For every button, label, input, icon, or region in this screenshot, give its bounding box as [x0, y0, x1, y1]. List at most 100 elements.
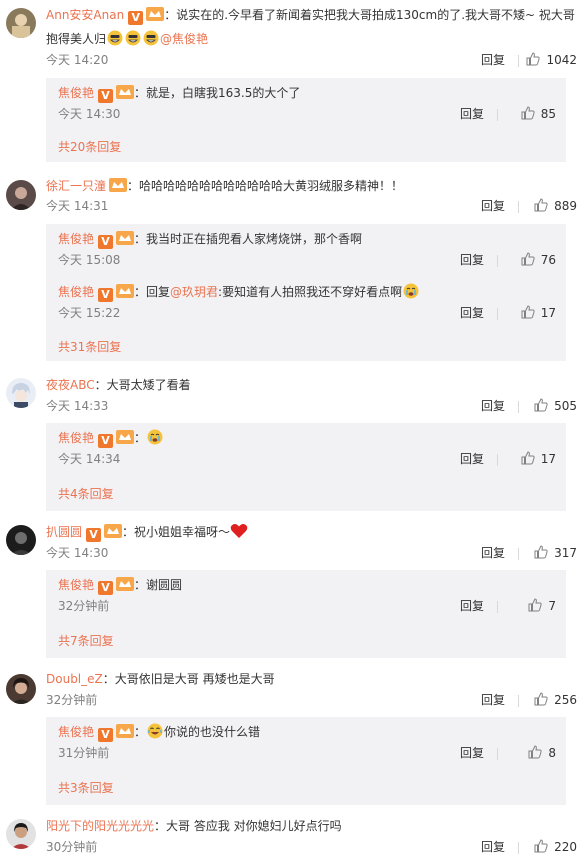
reply-username[interactable]: 焦俊艳	[58, 578, 94, 592]
like-button[interactable]: 505	[517, 396, 577, 416]
like-button[interactable]: 76	[496, 250, 556, 270]
like-count: 76	[540, 253, 556, 267]
reply-time: 今天 14:34	[58, 452, 121, 466]
more-replies-link[interactable]: 共3条回复	[58, 778, 114, 798]
reply-meta: 今天 15:22 回复 17	[58, 303, 556, 323]
reply-button[interactable]: 回复	[481, 50, 505, 70]
reply-username[interactable]: 焦俊艳	[58, 431, 94, 445]
comment-meta: 今天 14:20 回复 1042	[46, 50, 577, 70]
reply-list: 焦俊艳 V ： 今天 14:34 回复 17 共4条回复	[46, 423, 566, 511]
reply-button[interactable]: 回复	[460, 250, 484, 270]
comment-item: Ann安安Anan V ：说实在的.今早看了新闻着实把我大哥拍成130cm的了.我大…	[0, 0, 585, 168]
like-button[interactable]: 85	[496, 104, 556, 124]
reply-prefix: ：回复	[134, 285, 171, 299]
more-replies-link[interactable]: 共7条回复	[58, 631, 114, 651]
reply-button[interactable]: 回复	[460, 303, 484, 323]
like-count: 256	[554, 693, 577, 707]
reply-text: 焦俊艳 V ： 你说的也没什么错	[58, 721, 556, 743]
reply-body: ：我当时正在插兜看人家烤烧饼，那个香啊	[134, 232, 363, 246]
mention-link[interactable]: @焦俊艳	[160, 32, 208, 46]
reply-button[interactable]: 回复	[460, 743, 484, 763]
reply-time: 31分钟前	[58, 746, 110, 760]
reply-time: 今天 14:30	[58, 107, 121, 121]
reply-list: 焦俊艳 V ： 你说的也没什么错 31分钟前 回复 8 共3条回复	[46, 717, 566, 805]
comment-meta: 今天 14:33 回复 505	[46, 396, 577, 416]
reply-button[interactable]: 回复	[460, 596, 484, 616]
comment-body: ：大哥依旧是大哥 再矮也是大哥	[102, 672, 275, 686]
reply-button[interactable]: 回复	[460, 449, 484, 469]
reply-button[interactable]: 回复	[481, 196, 505, 216]
reply-item: 焦俊艳 V ：我当时正在插兜看人家烤烧饼，那个香啊 今天 15:08 回复 76	[58, 228, 556, 272]
thumbs-up-icon	[534, 692, 548, 706]
like-button[interactable]: 220	[517, 837, 577, 857]
reply-time: 32分钟前	[58, 599, 110, 613]
reply-text: 焦俊艳 V ：回复@玖玥君:要知道有人拍照我还不穿好看点啊	[58, 281, 556, 303]
reply-button[interactable]: 回复	[460, 104, 484, 124]
like-count: 7	[548, 599, 556, 613]
reply-item: 焦俊艳 V ： 你说的也没什么错 31分钟前 回复 8	[58, 721, 556, 765]
reply-item: 焦俊艳 V ：谢圆圆 32分钟前 回复 7	[58, 574, 556, 618]
avatar[interactable]	[6, 378, 36, 408]
like-button[interactable]: 889	[517, 196, 577, 216]
vip-crown-icon	[116, 284, 135, 298]
avatar[interactable]	[6, 819, 36, 849]
comment-text: Ann安安Anan V ：说实在的.今早看了新闻着实把我大哥拍成130cm的了.我大…	[46, 4, 575, 26]
reply-colon: ：	[134, 725, 147, 739]
reply-body: ：谢圆圆	[134, 578, 183, 592]
more-replies-link[interactable]: 共20条回复	[58, 137, 121, 157]
comment-body-continued: 抱得美人归	[46, 32, 107, 46]
thumbs-up-icon	[526, 52, 541, 66]
comment-username[interactable]: Doubl_eZ	[46, 672, 103, 686]
reply-username[interactable]: 焦俊艳	[58, 285, 94, 299]
reply-meta: 今天 15:08 回复 76	[58, 250, 556, 270]
comment-username[interactable]: 夜夜ABC	[46, 378, 95, 392]
vip-crown-icon	[116, 231, 135, 245]
more-replies-link[interactable]: 共4条回复	[58, 484, 114, 504]
comment-username[interactable]: 扒圆圆	[46, 525, 82, 539]
more-replies-link[interactable]: 共31条回复	[58, 337, 121, 357]
avatar[interactable]	[6, 180, 36, 210]
verified-v-icon: V	[98, 235, 114, 249]
mention-link[interactable]: @玖玥君	[170, 285, 218, 299]
reply-username[interactable]: 焦俊艳	[58, 232, 94, 246]
verified-v-icon: V	[98, 728, 114, 742]
reply-username[interactable]: 焦俊艳	[58, 725, 94, 739]
reply-button[interactable]: 回复	[481, 543, 505, 563]
vip-crown-icon	[116, 85, 135, 99]
avatar[interactable]	[6, 674, 36, 704]
like-button[interactable]: 317	[517, 543, 577, 563]
comment-text: 阳光下的阳光光光光：大哥 答应我 对你媳妇儿好点行吗	[46, 815, 575, 837]
avatar[interactable]	[6, 525, 36, 555]
reply-button[interactable]: 回复	[481, 396, 505, 416]
comment-username[interactable]: 阳光下的阳光光光光	[46, 819, 154, 833]
comment-item: 徐汇一只潼 ：哈哈哈哈哈哈哈哈哈哈哈哈大黄羽绒服多精神！！ 今天 14:31 回复…	[0, 168, 585, 366]
thumbs-up-icon	[521, 252, 535, 266]
comment-text: 扒圆圆 V ：祝小姐姐幸福呀～	[46, 521, 575, 543]
comment-time: 30分钟前	[46, 840, 98, 854]
comment-body: ：哈哈哈哈哈哈哈哈哈哈哈哈大黄羽绒服多精神！！	[127, 179, 404, 193]
thumbs-up-icon	[534, 398, 548, 412]
vip-crown-icon	[116, 577, 135, 591]
reply-button[interactable]: 回复	[481, 690, 505, 710]
verified-v-icon: V	[86, 528, 102, 542]
comment-meta: 今天 14:30 回复 317	[46, 543, 577, 563]
avatar[interactable]	[6, 8, 36, 38]
like-count: 17	[540, 452, 556, 466]
like-button[interactable]: 8	[496, 743, 556, 763]
like-button[interactable]: 17	[496, 449, 556, 469]
reply-username[interactable]: 焦俊艳	[58, 86, 94, 100]
like-button[interactable]: 7	[496, 596, 556, 616]
reply-text: 焦俊艳 V ：	[58, 427, 556, 449]
like-button[interactable]: 1042	[517, 50, 577, 70]
comment-username[interactable]: Ann安安Anan	[46, 8, 124, 22]
reply-button[interactable]: 回复	[481, 837, 505, 857]
reply-body: ：就是，白瞎我163.5的大个了	[134, 86, 301, 100]
comment-body: ：大哥太矮了看着	[94, 378, 191, 392]
thumbs-up-icon	[534, 545, 548, 559]
like-button[interactable]: 256	[517, 690, 577, 710]
like-button[interactable]: 17	[496, 303, 556, 323]
comment-username[interactable]: 徐汇一只潼	[46, 179, 106, 193]
reply-body: 你说的也没什么错	[164, 725, 261, 739]
verified-v-icon: V	[98, 581, 114, 595]
thumbs-up-icon	[521, 451, 535, 465]
